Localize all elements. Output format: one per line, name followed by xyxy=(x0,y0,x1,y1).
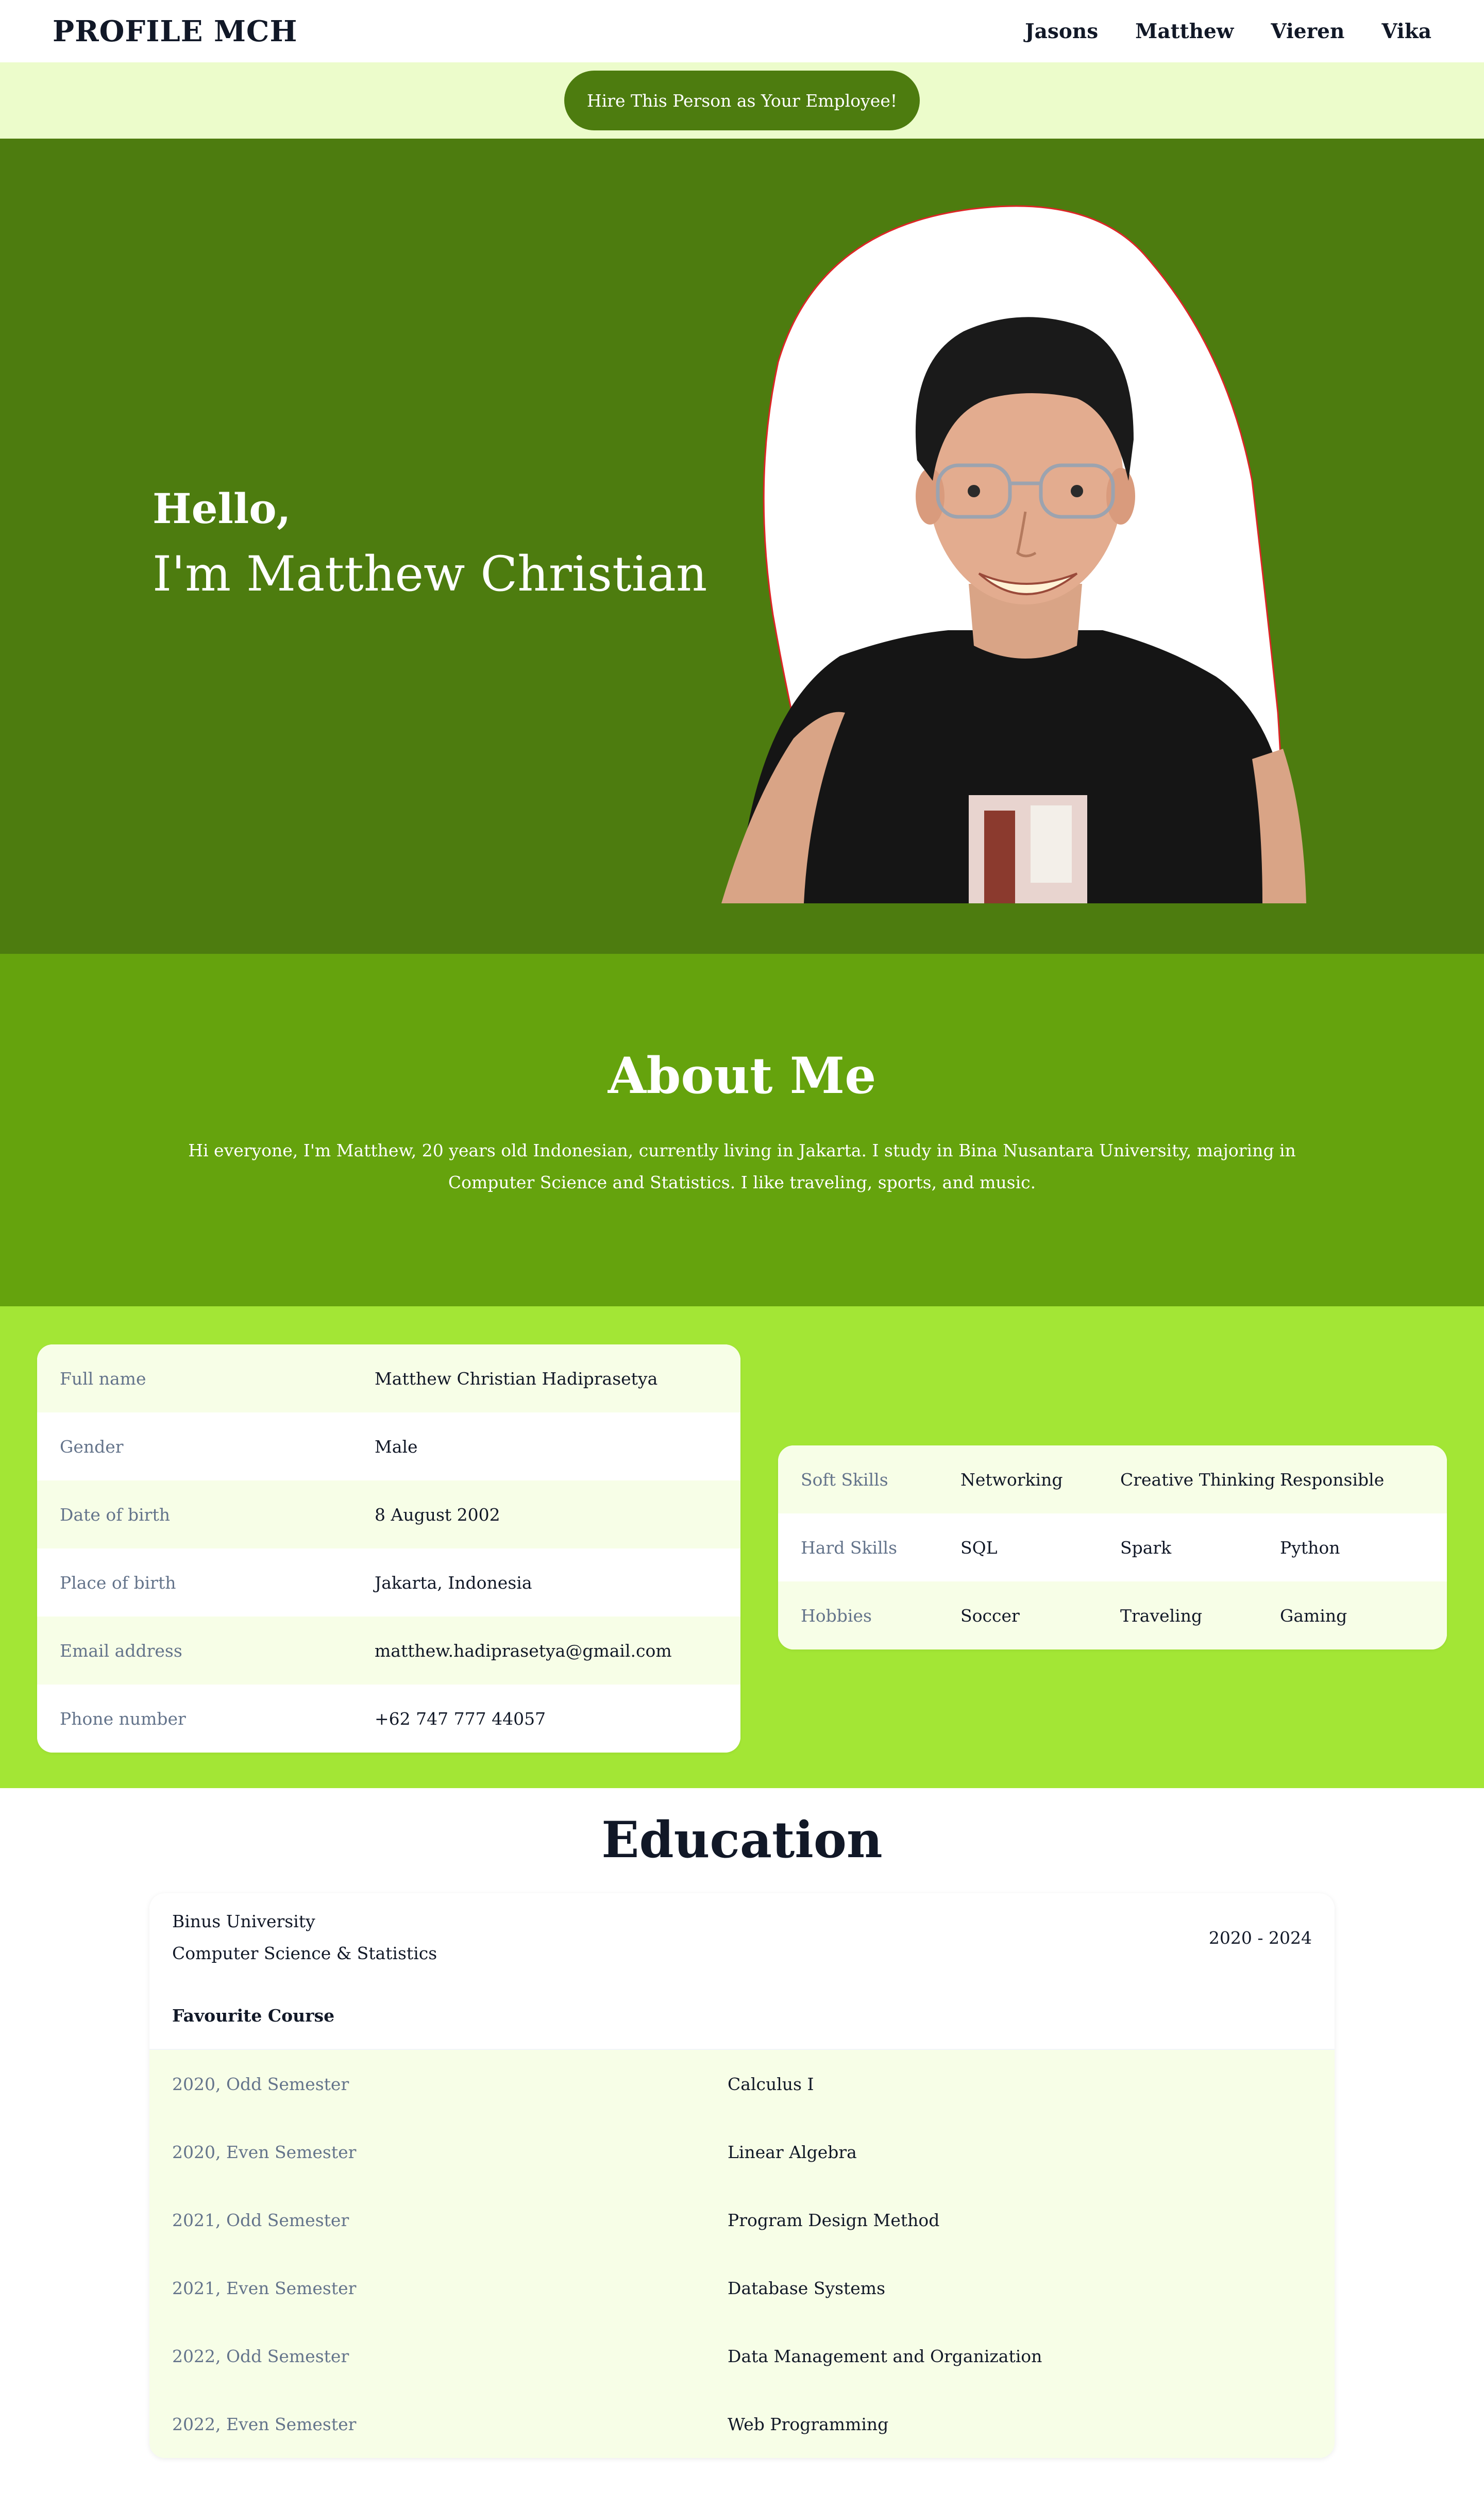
personal-info-card: Full name Matthew Christian Hadiprasetya… xyxy=(37,1344,740,1753)
course-semester: 2020, Odd Semester xyxy=(172,2074,349,2094)
info-value: +62 747 777 44057 xyxy=(375,1708,546,1729)
nav-links: Jasons Matthew Vieren Vika xyxy=(1025,20,1431,43)
about-text: Hi everyone, I'm Matthew, 20 years old I… xyxy=(188,1140,1296,1192)
skills-label: Hard Skills xyxy=(801,1537,898,1558)
skill-item: Spark xyxy=(1120,1537,1172,1558)
skills-row-hard: Hard Skills SQL Spark Python xyxy=(778,1513,1447,1581)
education-card: Binus University Computer Science & Stat… xyxy=(149,1893,1335,2458)
course-name: Database Systems xyxy=(728,2278,886,2298)
course-semester: 2022, Even Semester xyxy=(172,2414,357,2434)
profile-photo xyxy=(721,205,1306,903)
info-value: matthew.hadiprasetya@gmail.com xyxy=(375,1640,672,1661)
hero-greeting: Hello, xyxy=(153,484,291,533)
course-name: Linear Algebra xyxy=(728,2142,857,2162)
nav-link-matthew[interactable]: Matthew xyxy=(1135,20,1234,43)
course-row: 2022, Odd Semester Data Management and O… xyxy=(149,2322,1335,2390)
info-value: Jakarta, Indonesia xyxy=(375,1572,532,1593)
info-label: Email address xyxy=(60,1640,182,1661)
skills-card: Soft Skills Networking Creative Thinking… xyxy=(778,1445,1447,1649)
info-row-gender: Gender Male xyxy=(37,1412,740,1480)
nav-link-vika[interactable]: Vika xyxy=(1381,20,1431,43)
about-section: About Me Hi everyone, I'm Matthew, 20 ye… xyxy=(0,954,1484,1306)
course-row: 2022, Even Semester Web Programming xyxy=(149,2390,1335,2458)
education-section: Education Binus University Computer Scie… xyxy=(0,1788,1484,2508)
education-major: Computer Science & Statistics xyxy=(172,1943,437,1963)
course-name: Program Design Method xyxy=(728,2210,940,2230)
skills-label: Hobbies xyxy=(801,1605,872,1626)
skills-row-soft: Soft Skills Networking Creative Thinking… xyxy=(778,1445,1447,1513)
top-nav: PROFILE MCH Jasons Matthew Vieren Vika xyxy=(0,0,1484,62)
course-name: Data Management and Organization xyxy=(728,2346,1042,2366)
course-name: Calculus I xyxy=(728,2074,814,2094)
favourite-course-heading: Favourite Course xyxy=(149,1982,1335,2050)
hero-section: Hello, I'm Matthew Christian xyxy=(0,139,1484,954)
hire-button[interactable]: Hire This Person as Your Employee! xyxy=(564,71,920,130)
hero-text: Hello, I'm Matthew Christian xyxy=(153,484,707,610)
info-row-place-of-birth: Place of birth Jakarta, Indonesia xyxy=(37,1548,740,1617)
info-row-full-name: Full name Matthew Christian Hadiprasetya xyxy=(37,1344,740,1412)
skills-row-hobbies: Hobbies Soccer Traveling Gaming xyxy=(778,1581,1447,1649)
skills-label: Soft Skills xyxy=(801,1469,888,1490)
info-value: Matthew Christian Hadiprasetya xyxy=(375,1368,658,1389)
course-semester: 2021, Odd Semester xyxy=(172,2210,349,2230)
skill-item: Networking xyxy=(960,1469,1063,1490)
course-semester: 2022, Odd Semester xyxy=(172,2346,349,2366)
skill-item: SQL xyxy=(960,1537,998,1558)
info-value: Male xyxy=(375,1436,418,1457)
about-title: About Me xyxy=(608,1047,876,1105)
info-row-date-of-birth: Date of birth 8 August 2002 xyxy=(37,1480,740,1548)
skill-item: Creative Thinking xyxy=(1120,1469,1275,1490)
education-school: Binus University xyxy=(172,1911,315,1931)
info-label: Date of birth xyxy=(60,1504,170,1525)
hire-bar: Hire This Person as Your Employee! xyxy=(0,62,1484,139)
course-row: 2020, Odd Semester Calculus I xyxy=(149,2050,1335,2118)
skill-item: Python xyxy=(1280,1537,1340,1558)
brand-title[interactable]: PROFILE MCH xyxy=(53,14,297,48)
nav-link-vieren[interactable]: Vieren xyxy=(1271,20,1344,43)
skill-item: Traveling xyxy=(1120,1605,1203,1626)
education-title: Education xyxy=(601,1811,883,1869)
course-semester: 2021, Even Semester xyxy=(172,2278,357,2298)
hero-name: I'm Matthew Christian xyxy=(153,546,707,602)
info-label: Place of birth xyxy=(60,1572,176,1593)
info-label: Full name xyxy=(60,1368,146,1389)
info-label: Gender xyxy=(60,1436,124,1457)
course-semester: 2020, Even Semester xyxy=(172,2142,357,2162)
info-value: 8 August 2002 xyxy=(375,1504,500,1525)
info-row-phone: Phone number +62 747 777 44057 xyxy=(37,1685,740,1753)
info-label: Phone number xyxy=(60,1708,186,1729)
info-row-email: Email address matthew.hadiprasetya@gmail… xyxy=(37,1617,740,1685)
nav-link-jasons[interactable]: Jasons xyxy=(1025,20,1098,43)
course-row: 2021, Even Semester Database Systems xyxy=(149,2254,1335,2322)
course-row: 2021, Odd Semester Program Design Method xyxy=(149,2186,1335,2254)
education-school-info: Binus University Computer Science & Stat… xyxy=(172,1906,437,1970)
skill-item: Gaming xyxy=(1280,1605,1347,1626)
skill-item: Soccer xyxy=(960,1605,1020,1626)
education-years: 2020 - 2024 xyxy=(1208,1927,1312,1948)
skill-item: Responsible xyxy=(1280,1469,1385,1490)
course-name: Web Programming xyxy=(728,2414,889,2434)
info-section: Full name Matthew Christian Hadiprasetya… xyxy=(0,1306,1484,1788)
education-header: Binus University Computer Science & Stat… xyxy=(149,1893,1335,1982)
course-row: 2020, Even Semester Linear Algebra xyxy=(149,2118,1335,2186)
